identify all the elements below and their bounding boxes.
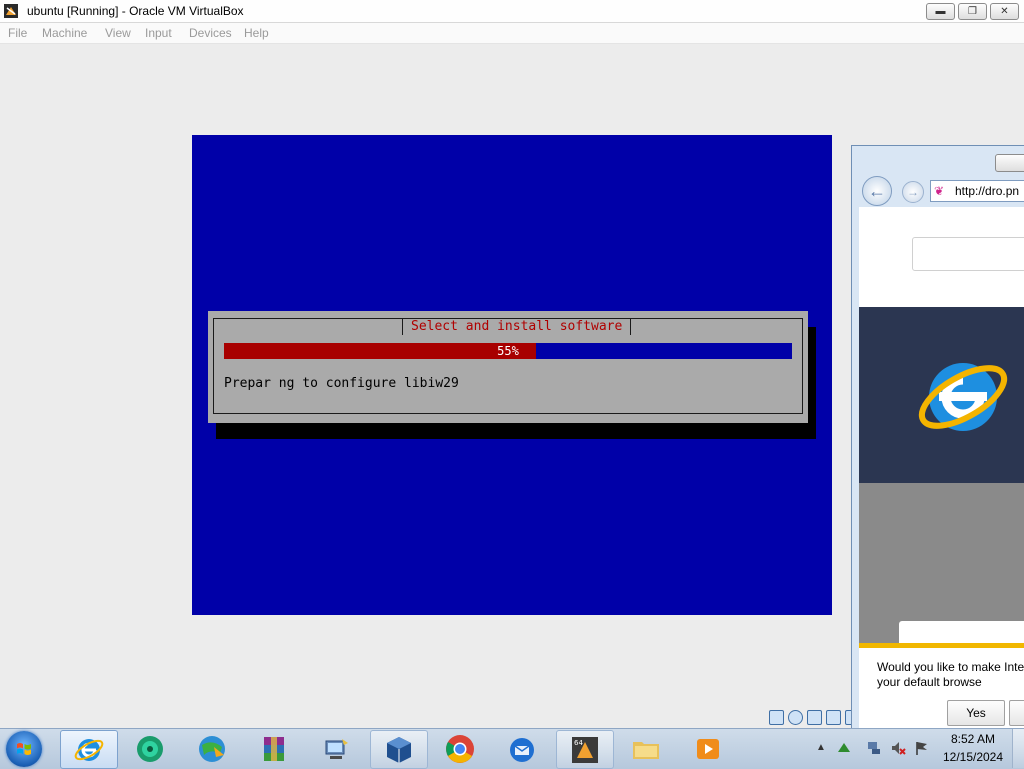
network-computer-icon (325, 739, 348, 759)
address-url: http://dro.pn (955, 184, 1020, 198)
hard-disk-icon[interactable] (769, 710, 784, 725)
menu-devices[interactable]: Devices (189, 26, 232, 40)
back-arrow-icon: ← (868, 181, 886, 201)
notification-text: Would you like to make Inte Explorer you… (877, 660, 1024, 689)
status-message: Prepar ng to configure libiw29 (224, 376, 459, 391)
yes-button[interactable]: Yes (947, 700, 1005, 726)
svg-text:64: 64 (574, 739, 583, 747)
show-desktop-button[interactable] (1012, 729, 1024, 768)
action-center-flag-icon[interactable] (914, 740, 930, 756)
folder-icon (633, 742, 659, 759)
ie-banner (859, 307, 1024, 483)
internet-explorer-icon (74, 739, 104, 761)
usb-icon[interactable] (826, 710, 841, 725)
minimize-button[interactable]: ▬ (926, 3, 955, 20)
minimize-icon: ▬ (935, 6, 946, 17)
taskbar-chrome[interactable] (432, 730, 488, 767)
no-button[interactable] (1009, 700, 1024, 726)
menu-file[interactable]: File (8, 26, 27, 40)
taskbar-system-64bit-app[interactable]: 64 (556, 730, 614, 769)
winrar-icon (264, 737, 284, 761)
volume-muted-icon[interactable] (890, 740, 906, 756)
taskbar-winrar[interactable] (246, 730, 302, 767)
menu-machine[interactable]: Machine (42, 26, 87, 40)
ie-window[interactable]: ← → ❦ http://dro.pn Would you like to ma… (851, 145, 1024, 732)
progress-label: 55% (497, 344, 519, 358)
default-browser-notification: Would you like to make Inte Explorer you… (859, 643, 1024, 731)
taskbar-internet-explorer[interactable] (60, 730, 118, 769)
dialog-title: Select and install software (402, 319, 632, 335)
network-icon[interactable] (807, 710, 822, 725)
forward-button[interactable]: → (902, 181, 924, 203)
taskbar-media-center[interactable] (122, 730, 178, 767)
menu-view[interactable]: View (105, 26, 131, 40)
start-button[interactable] (6, 731, 42, 767)
menu-bar: File Machine View Input Devices Help (0, 23, 1024, 44)
tray-date[interactable]: 12/15/2024 (942, 750, 1004, 764)
dialog-frame: Select and install software (213, 318, 803, 414)
optical-drive-icon[interactable] (788, 710, 803, 725)
tray-time[interactable]: 8:52 AM (944, 732, 1002, 746)
taskbar-browser-globe[interactable] (184, 730, 240, 767)
media-player-icon (697, 739, 719, 759)
window-title: ubuntu [Running] - Oracle VM VirtualBox (27, 4, 244, 18)
install-dialog: Select and install software 55% Prepar n… (208, 311, 808, 423)
vm-display[interactable]: Select and install software 55% Prepar n… (192, 135, 832, 615)
app-tray-icon[interactable] (836, 740, 852, 756)
thunderbird-icon (510, 738, 534, 762)
ie-page-content: Would you like to make Inte Explorer you… (859, 207, 1024, 731)
site-favicon-icon: ❦ (934, 184, 945, 198)
forward-arrow-icon: → (907, 185, 919, 199)
globe-download-icon (199, 736, 225, 762)
show-hidden-icons-icon[interactable]: ▲ (813, 740, 829, 756)
menu-input[interactable]: Input (145, 26, 172, 40)
close-icon: ✕ (1000, 6, 1009, 17)
title-bar: ubuntu [Running] - Oracle VM VirtualBox … (0, 0, 1024, 23)
taskbar-virtualbox[interactable] (370, 730, 428, 769)
media-center-icon (137, 736, 163, 762)
restore-icon: ❐ (968, 6, 977, 17)
taskbar-thunderbird[interactable] (494, 730, 550, 767)
app-64bit-icon: 64 (572, 737, 598, 763)
taskbar-network-tool[interactable] (308, 730, 364, 767)
restore-button[interactable]: ❐ (958, 3, 987, 20)
progress-bar: 55% (224, 343, 792, 359)
page-white-strip (899, 621, 1024, 645)
virtualbox-icon (4, 4, 18, 18)
menu-help[interactable]: Help (244, 26, 269, 40)
page-search-input[interactable] (912, 237, 1024, 271)
close-button[interactable]: ✕ (990, 3, 1019, 20)
internet-explorer-logo-icon (918, 363, 1008, 431)
chrome-icon (446, 735, 474, 763)
network-tray-icon[interactable] (866, 740, 882, 756)
taskbar-media-player[interactable] (680, 730, 736, 767)
ie-minimize-button[interactable] (995, 154, 1024, 172)
windows-logo-icon (17, 743, 31, 755)
address-bar[interactable]: ❦ http://dro.pn (930, 180, 1024, 202)
virtualbox-app-icon (387, 737, 411, 763)
back-button[interactable]: ← (862, 176, 892, 206)
taskbar-file-explorer[interactable] (618, 730, 674, 767)
page-gray-area (859, 483, 1024, 643)
